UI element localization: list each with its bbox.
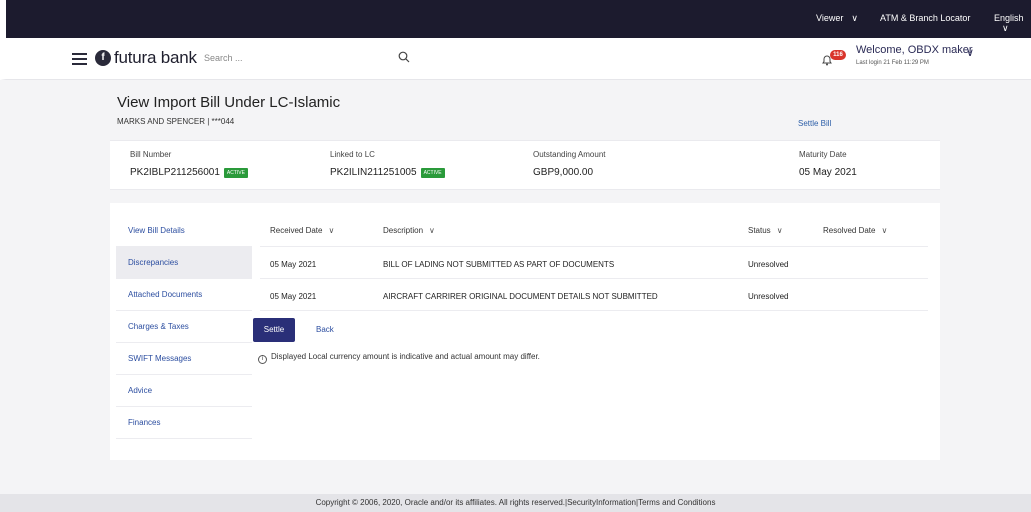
received-date-cell: 05 May 2021 bbox=[270, 292, 317, 301]
description-header[interactable]: Description ∨ bbox=[383, 226, 435, 235]
menu-icon[interactable] bbox=[72, 53, 87, 65]
language-dropdown[interactable]: English∨ bbox=[994, 13, 1031, 34]
chevron-down-icon: ∨ bbox=[851, 13, 858, 23]
side-nav: View Bill Details Discrepancies Attached… bbox=[116, 215, 252, 439]
status-cell: Unresolved bbox=[748, 260, 789, 269]
table-row: 05 May 2021 AIRCRAFT CARRIRER ORIGINAL D… bbox=[260, 280, 928, 311]
resolved-date-header[interactable]: Resolved Date ∨ bbox=[823, 226, 887, 235]
status-cell: Unresolved bbox=[748, 292, 789, 301]
status-badge: ACTIVE bbox=[420, 168, 445, 178]
sidebar-item-swift-messages[interactable]: SWIFT Messages bbox=[116, 343, 252, 375]
sort-chevron-icon: ∨ bbox=[328, 226, 335, 235]
header-label: Resolved Date bbox=[823, 226, 876, 235]
sort-chevron-icon: ∨ bbox=[429, 226, 435, 235]
notification-badge[interactable]: 116 bbox=[830, 50, 846, 60]
page-title: View Import Bill Under LC-Islamic bbox=[117, 94, 341, 111]
currency-disclaimer: i Displayed Local currency amount is indi… bbox=[258, 352, 540, 364]
linked-lc-value: PK2ILIN211251005 ACTIVE bbox=[330, 167, 445, 178]
bill-number: PK2IBLP211256001 bbox=[130, 167, 220, 178]
status-badge: ACTIVE bbox=[223, 168, 248, 178]
received-date-header[interactable]: Received Date ∨ bbox=[270, 226, 334, 235]
chevron-down-icon: ∨ bbox=[1002, 23, 1009, 33]
language-label: English bbox=[994, 13, 1024, 23]
disclaimer-text: Displayed Local currency amount is indic… bbox=[271, 352, 540, 361]
description-cell: AIRCRAFT CARRIRER ORIGINAL DOCUMENT DETA… bbox=[383, 292, 658, 301]
bank-logo-text: futura bank bbox=[114, 48, 197, 67]
linked-lc: PK2ILIN211251005 bbox=[330, 167, 417, 178]
bill-number-label: Bill Number bbox=[130, 150, 172, 159]
search-input[interactable]: Search ... bbox=[204, 53, 243, 63]
settle-button[interactable]: Settle bbox=[253, 318, 295, 342]
maturity-label: Maturity Date bbox=[799, 150, 847, 159]
app-header: f futura bank Search ... 116 Welcome, OB… bbox=[0, 38, 1031, 80]
party-account: MARKS AND SPENCER | ***044 bbox=[117, 117, 235, 126]
table-row: 05 May 2021 BILL OF LADING NOT SUBMITTED… bbox=[260, 248, 928, 279]
bank-logo-icon: f bbox=[95, 50, 111, 66]
last-login: Last login 21 Feb 11:29 PM bbox=[856, 60, 929, 66]
back-button[interactable]: Back bbox=[316, 325, 334, 334]
sidebar-item-finances[interactable]: Finances bbox=[116, 407, 252, 439]
footer: Copyright © 2006, 2020, Oracle and/or it… bbox=[0, 494, 1031, 512]
sort-chevron-icon: ∨ bbox=[881, 226, 888, 235]
details-panel: View Bill Details Discrepancies Attached… bbox=[110, 203, 940, 460]
chevron-down-icon[interactable]: ∨ bbox=[966, 46, 974, 59]
header-label: Status bbox=[748, 226, 771, 235]
status-header[interactable]: Status ∨ bbox=[748, 226, 783, 235]
sidebar-item-view-bill-details[interactable]: View Bill Details bbox=[116, 215, 252, 247]
table-header: Received Date ∨ Description ∨ Status ∨ Reso… bbox=[260, 217, 928, 247]
header-label: Description bbox=[383, 226, 424, 235]
outstanding-amount: GBP9,000.00 bbox=[533, 167, 594, 178]
sidebar-item-advice[interactable]: Advice bbox=[116, 375, 252, 407]
viewer-dropdown[interactable]: Viewer ∨ bbox=[816, 13, 858, 24]
outstanding-label: Outstanding Amount bbox=[533, 150, 606, 159]
linked-lc-label: Linked to LC bbox=[330, 150, 375, 159]
atm-branch-locator-link[interactable]: ATM & Branch Locator bbox=[880, 13, 970, 23]
viewer-label: Viewer bbox=[816, 13, 844, 23]
search-icon[interactable] bbox=[398, 51, 410, 63]
welcome-user[interactable]: Welcome, OBDX maker bbox=[856, 44, 973, 56]
bill-summary: Bill Number PK2IBLP211256001 ACTIVE Linke… bbox=[110, 140, 940, 190]
header-label: Received Date bbox=[270, 226, 323, 235]
bill-number-value: PK2IBLP211256001 ACTIVE bbox=[130, 167, 248, 178]
sidebar-item-attached-documents[interactable]: Attached Documents bbox=[116, 279, 252, 311]
maturity-date: 05 May 2021 bbox=[799, 167, 857, 178]
received-date-cell: 05 May 2021 bbox=[270, 260, 317, 269]
top-bar: Viewer ∨ ATM & Branch Locator English∨ bbox=[0, 0, 1031, 38]
sidebar-item-discrepancies[interactable]: Discrepancies bbox=[116, 247, 252, 279]
sidebar-item-charges-taxes[interactable]: Charges & Taxes bbox=[116, 311, 252, 343]
description-cell: BILL OF LADING NOT SUBMITTED AS PART OF … bbox=[383, 260, 615, 269]
info-icon: i bbox=[258, 355, 267, 364]
sort-chevron-icon: ∨ bbox=[776, 226, 783, 235]
settle-bill-link[interactable]: Settle Bill bbox=[798, 119, 831, 128]
